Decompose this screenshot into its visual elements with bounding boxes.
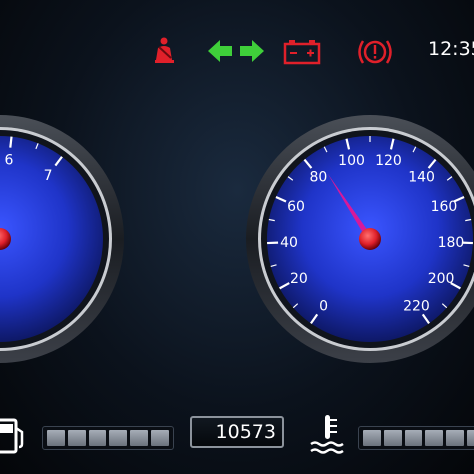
speedometer-scale-label: 140 [408,170,435,186]
speedometer-scale-label: 60 [287,199,305,215]
fuel-level-segment [67,430,86,446]
temperature-level-segment [404,430,423,446]
tachometer-scale-label: 7 [44,168,53,184]
speedometer-scale-label: 20 [290,271,308,287]
tachometer-dial: 01234567 [0,115,124,363]
coolant-temperature-icon [310,415,344,454]
fuel-level-bar [42,426,174,450]
fuel-pump-icon [0,418,24,454]
fuel-level-segment [109,430,128,446]
turn-signal-arrows-icon [208,40,264,62]
speedometer-dial: 0 20 40 60 80 100 120 140 160 180 200 220 [246,115,474,363]
fuel-level-segment [47,430,65,446]
speedometer-scale-label: 0 [319,298,328,314]
speedometer-scale-label: 100 [338,153,365,169]
fuel-level-segment [88,430,107,446]
speedometer-scale-label: 220 [403,298,430,314]
fuel-level-segment [151,430,169,446]
instrument-cluster-screen: 12:35 01234567 0204060801001201401601802… [0,0,474,474]
temperature-level-segment [446,430,465,446]
speedometer-gauge: 0 20 40 60 80 100 120 140 160 180 200 220 [243,112,474,366]
temperature-level-segment [425,430,444,446]
status-bar [0,30,474,74]
speedometer-scale-label: 180 [438,235,465,251]
clock: 12:35 [428,38,474,60]
temperature-level-segment [383,430,402,446]
tachometer-scale-label: 6 [4,153,13,169]
speedometer-scale-label: 80 [310,170,328,186]
speedometer-scale-label: 160 [431,199,458,215]
speedometer-scale-label: 40 [280,235,298,251]
temperature-level-bar [358,426,474,450]
tachometer-gauge: 01234567 [0,112,127,366]
temperature-level-segment [467,430,474,446]
brake-warning-icon [358,40,392,64]
temperature-level-segment [363,430,381,446]
tachometer-major-tick [9,136,13,148]
fuel-level-segment [130,430,149,446]
odometer-display: 10573 [190,416,284,448]
speedometer-scale-label: 120 [375,153,402,169]
speedometer-needle-hub [359,228,381,250]
speedometer-scale-label: 200 [428,271,455,287]
battery-warning-icon [283,40,321,65]
seatbelt-warning-icon [155,37,174,63]
